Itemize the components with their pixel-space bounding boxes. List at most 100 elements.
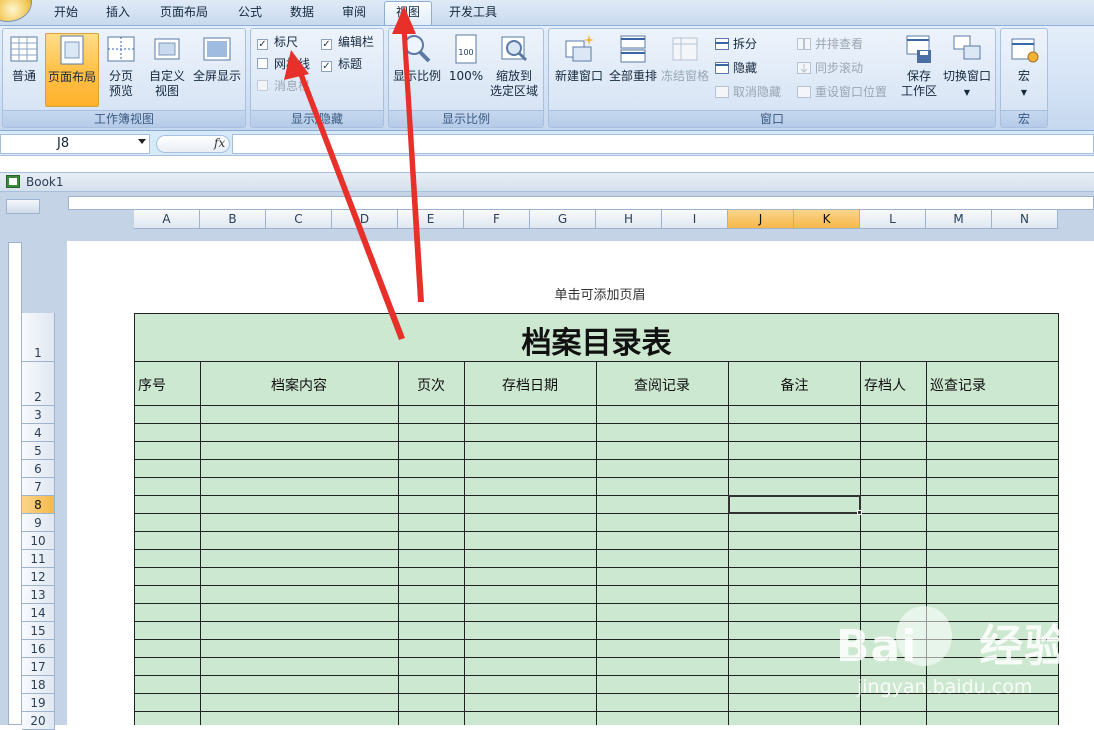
header-content[interactable]: 档案内容 — [200, 375, 398, 395]
column-header-c[interactable]: C — [266, 210, 332, 229]
row-header-17[interactable]: 17 — [22, 658, 55, 676]
macro-icon — [1011, 38, 1039, 63]
view-side-by-side-button[interactable]: 并排查看 — [797, 35, 863, 53]
row-header-1[interactable]: 1 — [22, 313, 55, 362]
sync-scroll-button[interactable]: 同步滚动 — [797, 59, 863, 77]
header-archiver[interactable]: 存档人 — [864, 375, 906, 395]
full-screen-icon — [203, 37, 231, 61]
ruler-label: 标尺 — [274, 35, 299, 49]
header-access-record[interactable]: 查阅记录 — [596, 375, 728, 395]
row-header-7[interactable]: 7 — [22, 478, 55, 496]
row-header-20[interactable]: 20 — [22, 712, 55, 730]
row-header-3[interactable]: 3 — [22, 406, 55, 424]
column-header-n[interactable]: N — [992, 210, 1058, 229]
select-all-corner[interactable] — [6, 199, 40, 214]
zoom-to-selection-button[interactable]: 缩放到 选定区域 — [487, 33, 541, 107]
tab-view[interactable]: 视图 — [384, 1, 432, 26]
column-header-a[interactable]: A — [134, 210, 200, 229]
reset-window-position-button[interactable]: 重设窗口位置 — [797, 83, 887, 101]
freeze-panes-button[interactable]: 冻结窗格 — [659, 33, 711, 107]
arrange-all-button[interactable]: 全部重排 — [607, 33, 659, 107]
column-header-g[interactable]: G — [530, 210, 596, 229]
new-window-button[interactable]: 新建窗口 — [551, 33, 607, 107]
macros-button[interactable]: 宏 ▼ — [1003, 33, 1045, 107]
row-header-5[interactable]: 5 — [22, 442, 55, 460]
column-header-j[interactable]: J — [728, 210, 794, 229]
header-seq[interactable]: 序号 — [138, 375, 166, 395]
tab-insert[interactable]: 插入 — [96, 4, 140, 24]
row-header-13[interactable]: 13 — [22, 586, 55, 604]
row-header-18[interactable]: 18 — [22, 676, 55, 694]
group-label-macros: 宏 — [1001, 110, 1047, 127]
header-inspection[interactable]: 巡查记录 — [930, 375, 986, 395]
tab-developer[interactable]: 开发工具 — [440, 4, 506, 24]
arrange-all-icon — [620, 35, 646, 63]
column-header-f[interactable]: F — [464, 210, 530, 229]
ruler-checkbox[interactable]: ✓ 标尺 — [257, 33, 298, 51]
formula-bar-checkbox[interactable]: ✓ 编辑栏 — [321, 33, 374, 51]
column-line — [596, 362, 597, 725]
excel-workbook-icon-inner — [9, 178, 17, 185]
row-header-8[interactable]: 8 — [22, 496, 55, 514]
page-break-preview-button[interactable]: 分页 预览 — [101, 33, 141, 107]
row-header-15[interactable]: 15 — [22, 622, 55, 640]
full-screen-button[interactable]: 全屏显示 — [189, 33, 245, 107]
row-header-10[interactable]: 10 — [22, 532, 55, 550]
column-headers: ABCDEFGHIJKLMN — [134, 210, 1058, 229]
row-header-12[interactable]: 12 — [22, 568, 55, 586]
page-header-placeholder[interactable]: 单击可添加页眉 — [520, 284, 680, 303]
normal-view-button[interactable]: 普通 — [5, 33, 43, 107]
tab-home[interactable]: 开始 — [44, 4, 88, 24]
zoom-100-button[interactable]: 100 100% — [445, 33, 487, 107]
column-header-l[interactable]: L — [860, 210, 926, 229]
workbook-title: Book1 — [26, 175, 64, 189]
row-header-16[interactable]: 16 — [22, 640, 55, 658]
save-workspace-button[interactable]: 保存 工作区 — [897, 33, 941, 107]
formula-input[interactable] — [232, 134, 1094, 154]
tab-page-layout[interactable]: 页面布局 — [148, 4, 220, 24]
column-header-k[interactable]: K — [794, 210, 860, 229]
sheet-title[interactable]: 档案目录表 — [134, 318, 1059, 362]
fill-handle[interactable] — [857, 510, 862, 515]
header-archive-date[interactable]: 存档日期 — [464, 375, 596, 395]
formula-bar-label: 编辑栏 — [338, 35, 375, 49]
page-layout-view-button[interactable]: 页面布局 — [45, 33, 99, 107]
column-header-d[interactable]: D — [332, 210, 398, 229]
headings-check-icon: ✓ — [321, 61, 332, 72]
tab-review[interactable]: 审阅 — [332, 4, 376, 24]
name-box-dropdown-icon[interactable] — [138, 139, 146, 144]
custom-views-button[interactable]: 自定义 视图 — [147, 33, 187, 107]
row-header-9[interactable]: 9 — [22, 514, 55, 532]
column-header-e[interactable]: E — [398, 210, 464, 229]
split-button[interactable]: 拆分 — [715, 35, 757, 53]
unhide-button[interactable]: 取消隐藏 — [715, 83, 781, 101]
row-header-2[interactable]: 2 — [22, 362, 55, 406]
column-header-b[interactable]: B — [200, 210, 266, 229]
column-header-h[interactable]: H — [596, 210, 662, 229]
active-cell[interactable] — [728, 495, 861, 514]
custom-views-icon — [154, 38, 180, 60]
header-page[interactable]: 页次 — [398, 375, 464, 395]
switch-windows-button[interactable]: 切换窗口 ▼ — [941, 33, 993, 107]
zoom-button[interactable]: 显示比例 — [391, 33, 443, 107]
column-header-m[interactable]: M — [926, 210, 992, 229]
header-notes[interactable]: 备注 — [728, 375, 861, 395]
tab-formulas[interactable]: 公式 — [228, 4, 272, 24]
gridlines-checkbox[interactable]: 网格线 — [257, 55, 310, 73]
row-header-11[interactable]: 11 — [22, 550, 55, 568]
row-header-14[interactable]: 14 — [22, 604, 55, 622]
formula-bar-check-icon: ✓ — [321, 39, 332, 50]
hide-button[interactable]: 隐藏 — [715, 59, 757, 77]
name-box[interactable]: J8 — [0, 134, 150, 154]
row-header-4[interactable]: 4 — [22, 424, 55, 442]
insert-function-icon[interactable]: fx — [214, 136, 225, 150]
row-header-19[interactable]: 19 — [22, 694, 55, 712]
column-header-i[interactable]: I — [662, 210, 728, 229]
switch-windows-dropdown-icon: ▼ — [963, 88, 971, 97]
page-layout-view-label: 页面布局 — [47, 70, 96, 84]
sync-scroll-label: 同步滚动 — [815, 61, 864, 75]
headings-checkbox[interactable]: ✓ 标题 — [321, 55, 362, 73]
tab-data[interactable]: 数据 — [280, 4, 324, 24]
row-header-6[interactable]: 6 — [22, 460, 55, 478]
message-bar-checkbox[interactable]: 消息栏 — [257, 77, 310, 95]
